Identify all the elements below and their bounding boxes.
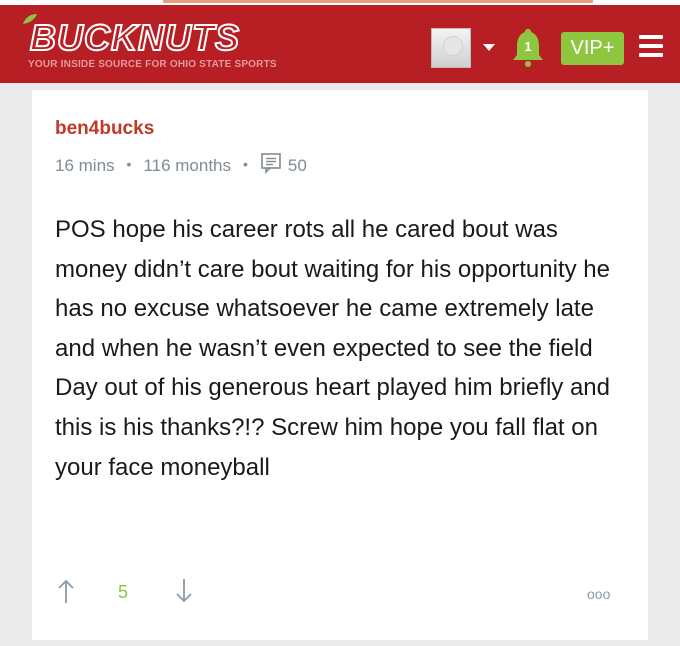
site-tagline: YOUR INSIDE SOURCE FOR OHIO STATE SPORTS: [28, 59, 277, 70]
logo-text: BUCKNUTS: [29, 16, 240, 59]
vote-score: 5: [118, 582, 129, 602]
comment-username[interactable]: ben4bucks: [55, 118, 154, 140]
notifications-button[interactable]: 1: [510, 27, 546, 67]
notification-count-badge: 1: [524, 39, 532, 54]
ad-banner[interactable]: [163, 0, 593, 3]
site-logo[interactable]: BUCKNUTS: [29, 16, 240, 59]
vip-button[interactable]: VIP+: [561, 32, 624, 65]
comment-meta: 16 mins • 116 months • 50: [55, 152, 307, 175]
comment-body: POS hope his career rots all he cared bo…: [55, 216, 610, 481]
comment-actions: 5 ooo: [32, 578, 648, 608]
comment-time: 16 mins: [55, 156, 115, 175]
separator-dot: •: [126, 156, 132, 172]
comment-card: ben4bucks 16 mins • 116 months • 50 POS hop…: [32, 90, 648, 640]
upvote-arrow-icon[interactable]: [56, 578, 76, 604]
downvote-arrow-icon[interactable]: [174, 578, 194, 604]
reply-count[interactable]: 50: [288, 156, 307, 175]
more-icon[interactable]: ooo: [587, 586, 610, 602]
avatar-placeholder-icon: [443, 36, 463, 56]
member-duration: 116 months: [143, 156, 232, 175]
site-header: BUCKNUTS YOUR INSIDE SOURCE FOR OHIO STA…: [0, 5, 680, 83]
separator-dot: •: [243, 156, 248, 172]
avatar[interactable]: [431, 28, 471, 68]
hamburger-menu-icon[interactable]: [639, 35, 663, 59]
comment-icon[interactable]: [260, 152, 282, 174]
chevron-down-icon[interactable]: [483, 44, 495, 51]
